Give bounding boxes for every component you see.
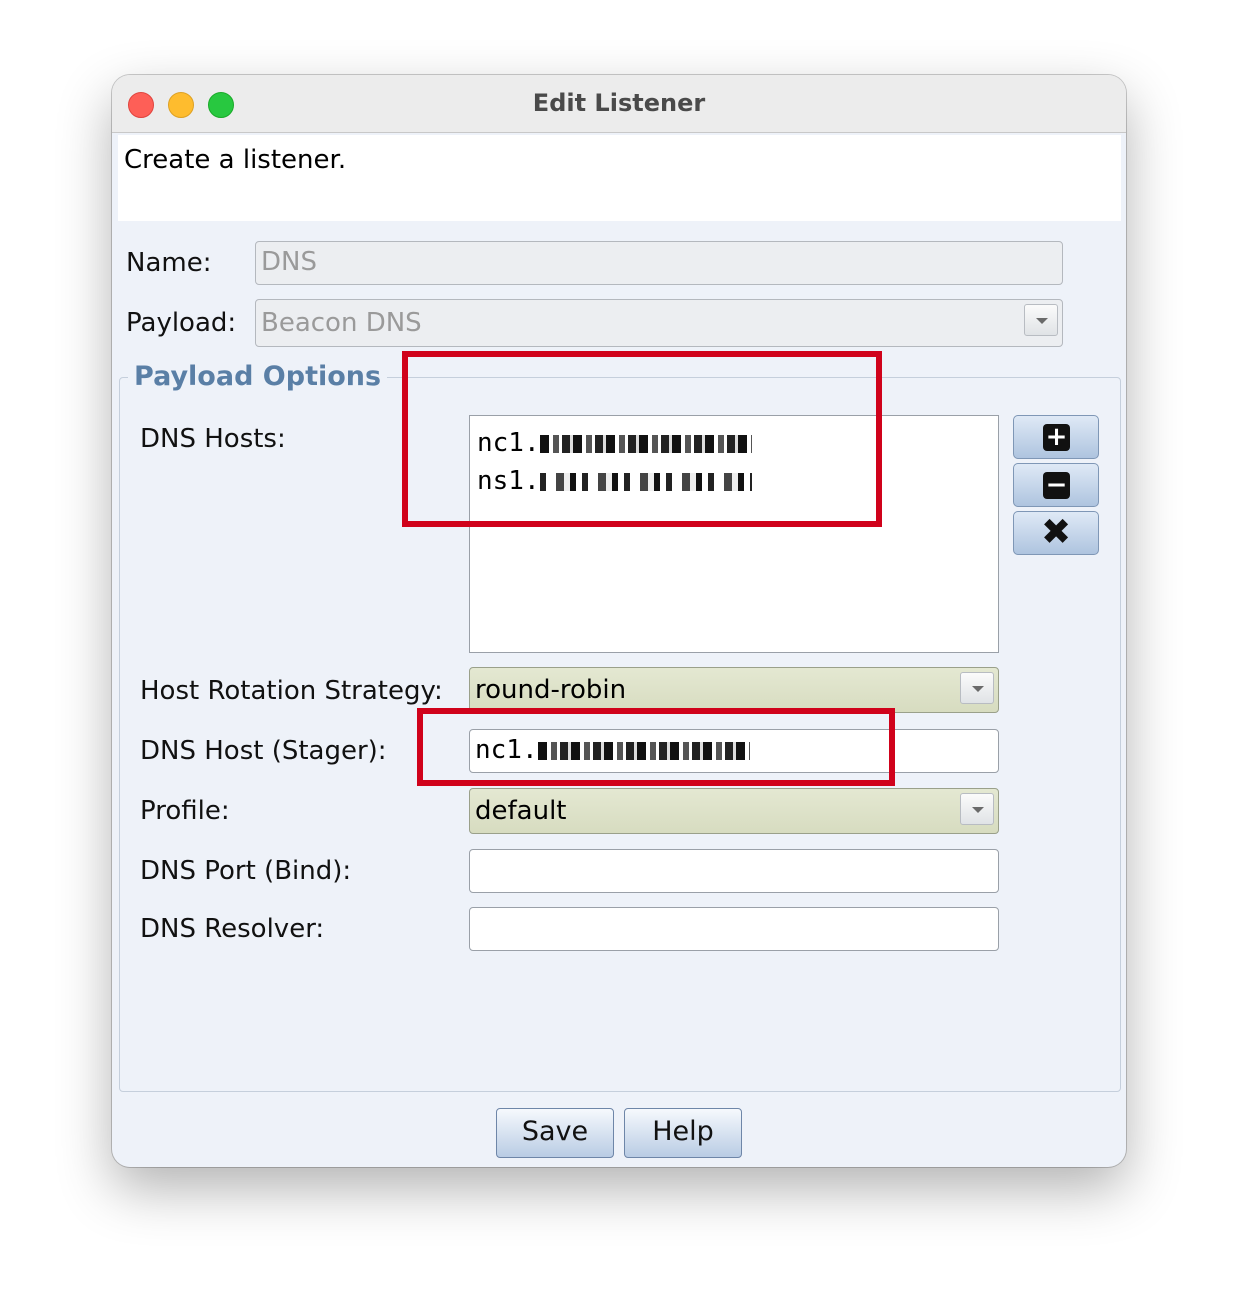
name-field[interactable]: DNS [255,241,1063,285]
description-text: Create a listener. [124,145,347,175]
dns-hosts-highlight-box [402,351,882,527]
add-host-button[interactable]: + [1013,415,1099,459]
dns-port-label: DNS Port (Bind): [140,856,352,886]
host-rotation-label: Host Rotation Strategy: [140,676,443,706]
payload-options-legend: Payload Options [128,361,388,392]
host-rotation-dropdown-arrow-icon[interactable] [960,672,994,704]
help-button[interactable]: Help [624,1108,742,1158]
remove-host-button[interactable]: − [1013,463,1099,507]
host-rotation-select[interactable]: round-robin [469,667,999,713]
payload-value: Beacon DNS [261,308,422,338]
profile-value: default [475,796,567,826]
clear-hosts-button[interactable]: ✖ [1013,511,1099,555]
name-label: Name: [126,248,212,278]
dns-resolver-label: DNS Resolver: [140,914,325,944]
profile-select[interactable]: default [469,788,999,834]
dns-port-field[interactable] [469,849,999,893]
description-panel: Create a listener. [118,135,1121,221]
x-icon: ✖ [1041,512,1072,553]
payload-label: Payload: [126,308,237,338]
window-title: Edit Listener [532,89,706,117]
minus-icon: − [1043,472,1070,499]
payload-dropdown-arrow-icon[interactable] [1024,304,1058,336]
dns-hosts-label: DNS Hosts: [140,424,286,454]
payload-select[interactable]: Beacon DNS [255,299,1063,347]
save-button[interactable]: Save [496,1108,614,1158]
plus-icon: + [1043,424,1070,451]
host-rotation-value: round-robin [475,675,627,705]
name-value: DNS [261,247,317,277]
profile-dropdown-arrow-icon[interactable] [960,793,994,825]
profile-label: Profile: [140,796,230,826]
dns-host-stager-label: DNS Host (Stager): [140,736,387,766]
edit-listener-window: Edit Listener Create a listener. Name: D… [112,75,1126,1167]
title-bar: Edit Listener [112,75,1126,133]
dns-stager-highlight-box [417,708,895,786]
dns-resolver-field[interactable] [469,907,999,951]
